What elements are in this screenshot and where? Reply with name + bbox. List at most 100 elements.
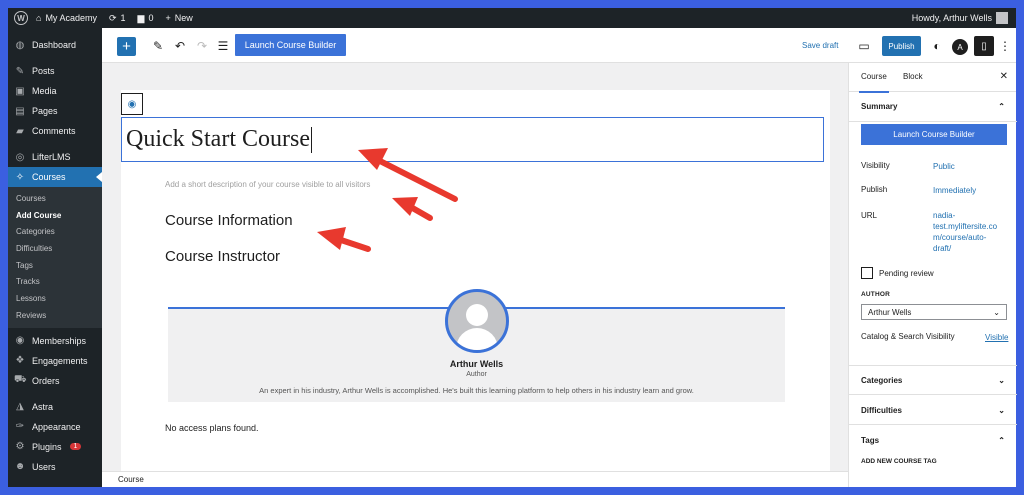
sidebar-item-pages[interactable]: ▤ Pages [8, 101, 102, 121]
comments-count: 0 [148, 13, 154, 23]
comments-link[interactable]: ▆ 0 [138, 13, 154, 24]
submenu-item-lessons[interactable]: Lessons [8, 290, 102, 307]
sidebar-item-label: Courses [32, 172, 66, 182]
sidebar-item-label: Engagements [32, 355, 88, 366]
pages-icon: ▤ [15, 105, 25, 117]
submenu-item-difficulties[interactable]: Difficulties [8, 240, 102, 257]
media-icon: ▣ [15, 85, 25, 97]
course-title-field[interactable]: Quick Start Course [121, 117, 824, 162]
chevron-up-icon: ⌃ [998, 436, 1005, 445]
breadcrumb-course[interactable]: Course [118, 475, 144, 484]
pencil-tool-icon[interactable]: ✎ [150, 37, 166, 55]
launch-course-builder-button[interactable]: Launch Course Builder [235, 34, 346, 56]
lifterlms-icon: ◎ [15, 151, 25, 163]
visibility-eye-icon[interactable]: ◉ [121, 93, 143, 115]
sidebar-item-orders[interactable]: ⛟ Orders [8, 371, 102, 391]
list-view-icon[interactable]: ☰ [215, 37, 231, 55]
redo-icon[interactable]: ↷ [194, 37, 210, 55]
astra-settings-icon[interactable]: A [952, 39, 968, 55]
sidebar-item-dashboard[interactable]: ◍ Dashboard [8, 35, 102, 55]
difficulties-title: Difficulties [861, 405, 902, 415]
sidebar-item-appearance[interactable]: ✑ Appearance [8, 417, 102, 437]
settings-tabs: Course Block ✕ [849, 63, 1016, 93]
submenu-item-tags[interactable]: Tags [8, 257, 102, 274]
sidebar-item-label: Appearance [32, 421, 81, 432]
text-caret [310, 127, 312, 154]
sidebar-item-engagements[interactable]: ❖ Engagements [8, 351, 102, 371]
categories-panel-header[interactable]: Categories ⌄ [849, 366, 1017, 395]
submenu-item-categories[interactable]: Categories [8, 223, 102, 240]
wordpress-logo-icon[interactable]: W [14, 11, 28, 25]
submenu-item-reviews[interactable]: Reviews [8, 307, 102, 324]
url-value[interactable]: nadia- test.myliftersite.co m/course/aut… [933, 210, 997, 254]
more-options-icon[interactable]: ⋮ [997, 37, 1013, 55]
instructor-role: Author [466, 371, 487, 378]
tab-course[interactable]: Course [859, 72, 889, 93]
pending-review-checkbox[interactable] [861, 267, 873, 279]
update-count-badge: 1 [69, 443, 82, 450]
block-inserter-button[interactable]: + [117, 37, 136, 56]
user-avatar-icon [996, 12, 1008, 24]
lifterlms-toolbar-icon[interactable]: ◐ [929, 37, 945, 55]
settings-sidebar-toggle-icon[interactable]: ▯ [974, 36, 994, 56]
sidebar-item-label: Dashboard [32, 40, 77, 50]
publish-date-value[interactable]: Immediately [933, 185, 976, 196]
avatar-body-shape [456, 328, 498, 350]
course-instructor-heading[interactable]: Course Instructor [165, 248, 280, 265]
publish-label: Publish [861, 185, 888, 194]
tags-panel-header[interactable]: Tags ⌃ [849, 426, 1017, 455]
block-breadcrumb[interactable]: Course [102, 471, 848, 487]
sidebar-item-courses[interactable]: ✧ Courses [8, 167, 102, 187]
sidebar-item-label: Posts [32, 66, 55, 76]
submenu-item-courses[interactable]: Courses [8, 190, 102, 207]
summary-title: Summary [861, 102, 898, 111]
summary-panel-header[interactable]: Summary ⌃ [849, 92, 1017, 122]
tab-block[interactable]: Block [903, 72, 923, 81]
no-access-plans-text: No access plans found. [165, 423, 259, 433]
new-content-link[interactable]: + New [165, 13, 192, 23]
sidebar-item-memberships[interactable]: ◉ Memberships [8, 331, 102, 351]
course-information-heading[interactable]: Course Information [165, 212, 293, 229]
author-select[interactable]: Arthur Wells ⌄ [861, 304, 1007, 320]
submenu-item-add-course[interactable]: Add Course [8, 207, 102, 224]
submenu-item-tracks[interactable]: Tracks [8, 273, 102, 290]
howdy-label: Howdy, Arthur Wells [911, 13, 992, 23]
sidebar-item-users[interactable]: ☻ Users [8, 457, 102, 477]
pin-icon: ✎ [15, 65, 25, 77]
sidebar-item-astra[interactable]: ◮ Astra [8, 397, 102, 417]
visibility-value[interactable]: Public [933, 161, 955, 172]
sidebar-item-posts[interactable]: ✎ Posts [8, 61, 102, 81]
difficulties-panel-header[interactable]: Difficulties ⌄ [849, 396, 1017, 425]
site-name-link[interactable]: ⌂ My Academy [36, 13, 97, 23]
categories-title: Categories [861, 375, 903, 385]
account-menu[interactable]: Howdy, Arthur Wells [912, 8, 1008, 28]
sidebar-item-label: Astra [32, 401, 54, 412]
author-label: AUTHOR [861, 291, 891, 298]
preview-desktop-icon[interactable]: ▭ [856, 37, 872, 55]
comment-bubble-icon: ▆ [137, 12, 145, 23]
publish-button[interactable]: Publish [882, 36, 921, 56]
catalog-visibility-value[interactable]: Visible [985, 332, 1008, 343]
sidebar-item-media[interactable]: ▣ Media [8, 81, 102, 101]
settings-sidebar: Course Block ✕ Summary ⌃ Launch Course B… [848, 63, 1017, 487]
course-title-text: Quick Start Course [126, 126, 310, 152]
sidebar-item-plugins[interactable]: ⚙ Plugins 1 [8, 437, 102, 457]
updates-link[interactable]: ⟳ 1 [109, 13, 126, 24]
save-draft-button[interactable]: Save draft [802, 41, 838, 50]
course-description-placeholder[interactable]: Add a short description of your course v… [165, 180, 370, 189]
home-icon: ⌂ [36, 13, 42, 23]
sidebar-item-lifterlms[interactable]: ◎ LifterLMS [8, 147, 102, 167]
plugins-icon: ⚙ [15, 441, 25, 452]
sidebar-item-label: Orders [32, 375, 60, 386]
pending-review-label: Pending review [879, 269, 934, 278]
cart-icon: ⛟ [14, 374, 27, 385]
close-icon[interactable]: ✕ [1000, 71, 1008, 82]
site-name-label: My Academy [45, 13, 97, 23]
undo-icon[interactable]: ↶ [172, 37, 188, 55]
sidebar-launch-course-builder-button[interactable]: Launch Course Builder [861, 124, 1007, 145]
users-icon: ☻ [14, 461, 26, 472]
add-new-course-tag-label: ADD NEW COURSE TAG [861, 458, 937, 465]
graduation-cap-icon: ✧ [15, 171, 25, 183]
chevron-down-icon: ⌄ [998, 375, 1005, 385]
sidebar-item-comments[interactable]: ▰ Comments [8, 121, 102, 141]
